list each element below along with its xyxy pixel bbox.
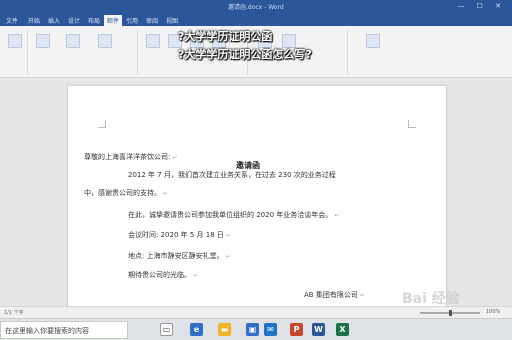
finish-merge-icon[interactable] <box>366 34 380 48</box>
word-icon[interactable]: W <box>312 323 325 336</box>
taskbar: 在这里输入你要搜索的内容 ▭ e ▬ ▣ ✉ P W X <box>0 318 512 340</box>
document-page[interactable]: 邀请函 尊敬的上海喜洋洋茶饮公司: ↵ 2012 年 7 月，我们首次建立业务关系… <box>68 86 446 308</box>
zoom-level[interactable]: 100% <box>486 309 500 315</box>
tab-view[interactable]: 视图 <box>166 16 178 25</box>
tab-references[interactable]: 引用 <box>126 16 138 25</box>
ribbon-tabs: 文件 开始 插入 设计 布局 邮件 引用 审阅 视图 <box>0 14 512 26</box>
signature-line: AB 集团有限公司 ↵ <box>304 291 365 299</box>
closing-line: 期待贵公司的光临。 ↵ <box>128 271 199 279</box>
tab-file[interactable]: 文件 <box>6 16 18 25</box>
highlight-fields-icon[interactable] <box>146 34 160 48</box>
edge-icon[interactable]: e <box>190 323 203 336</box>
select-recipients-icon[interactable] <box>66 34 80 48</box>
tab-home[interactable]: 开始 <box>28 16 40 25</box>
overlay-headline-2: ?大学学历证明公函怎么写? <box>178 48 312 61</box>
crop-mark <box>98 120 106 128</box>
window-controls[interactable]: — ☐ ✕ <box>457 2 506 10</box>
paragraph-2: 在此，诚挚邀请贵公司参加我单位组织的 2020 年业务洽谈年会。 ↵ <box>128 211 340 219</box>
envelopes-icon[interactable] <box>8 34 22 48</box>
mail-icon[interactable]: ✉ <box>264 323 277 336</box>
window-title: 邀请函.docx - Word <box>228 4 284 11</box>
task-view-icon[interactable]: ▭ <box>160 323 173 336</box>
tab-design[interactable]: 设计 <box>68 16 80 25</box>
crop-mark <box>408 120 416 128</box>
word-count[interactable]: 1/1 个字 <box>4 309 24 316</box>
tab-review[interactable]: 审阅 <box>146 16 158 25</box>
title-bar: 邀请函.docx - Word — ☐ ✕ <box>0 0 512 14</box>
salutation-line: 尊敬的上海喜洋洋茶饮公司: ↵ <box>84 153 178 161</box>
paragraph-1-line-2: 中，感谢贵公司的支持。 ↵ <box>84 189 169 197</box>
taskbar-search-input[interactable]: 在这里输入你要搜索的内容 <box>0 321 128 339</box>
tab-layout[interactable]: 布局 <box>88 16 100 25</box>
file-explorer-icon[interactable]: ▬ <box>218 323 231 336</box>
zoom-slider-handle[interactable] <box>448 310 452 316</box>
store-icon[interactable]: ▣ <box>246 323 259 336</box>
paragraph-1-line-1: 2012 年 7 月，我们首次建立业务关系，在过去 230 次的业务过程 <box>128 171 336 179</box>
meeting-time-line: 会议时间: 2020 年 5 月 18 日 ↵ <box>128 231 231 239</box>
powerpoint-icon[interactable]: P <box>290 323 303 336</box>
ribbon-group-finish <box>348 29 398 75</box>
tab-mailings[interactable]: 邮件 <box>104 15 123 26</box>
excel-icon[interactable]: X <box>336 323 349 336</box>
tab-insert[interactable]: 插入 <box>48 16 60 25</box>
location-line: 地点: 上海市静安区静安礼堂。 ↵ <box>128 252 231 260</box>
ribbon-group-start-merge <box>28 29 138 75</box>
start-merge-icon[interactable] <box>36 34 50 48</box>
overlay-headline-1: ?大学学历证明公函 <box>178 30 273 43</box>
edit-list-icon[interactable] <box>98 34 112 48</box>
ribbon-group-create <box>2 29 28 75</box>
zoom-slider[interactable] <box>420 310 480 316</box>
watermark-logo: Bai 经验 <box>402 291 460 307</box>
